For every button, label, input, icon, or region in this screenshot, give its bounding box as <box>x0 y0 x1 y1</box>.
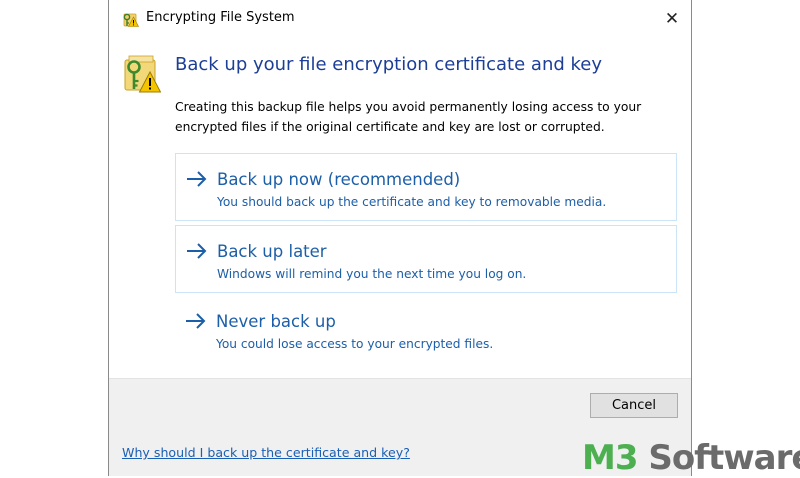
help-link[interactable]: Why should I back up the certificate and… <box>122 445 410 460</box>
page-description: Creating this backup file helps you avoi… <box>175 97 685 137</box>
key-warning-icon <box>121 52 161 94</box>
watermark-prefix: M3 <box>582 438 638 478</box>
cancel-button[interactable]: Cancel <box>590 393 678 418</box>
close-button[interactable]: ✕ <box>659 6 685 32</box>
close-icon: ✕ <box>665 9 679 29</box>
title-bar: Encrypting File System ✕ <box>109 0 691 38</box>
option-subtitle: Windows will remind you the next time yo… <box>217 267 526 281</box>
key-warning-icon <box>121 10 139 28</box>
efs-dialog: Encrypting File System ✕ Back up your fi… <box>108 0 692 476</box>
watermark-suffix: Software <box>638 438 800 478</box>
option-back-up-later[interactable]: Back up later Windows will remind you th… <box>175 225 677 293</box>
option-title: Back up later <box>217 242 327 261</box>
arrow-right-icon <box>185 312 207 330</box>
option-back-up-now[interactable]: Back up now (recommended) You should bac… <box>175 153 677 221</box>
m3-software-watermark: M3 Software <box>582 438 800 478</box>
option-title: Never back up <box>216 312 336 331</box>
option-title: Back up now (recommended) <box>217 170 460 189</box>
page-heading: Back up your file encryption certificate… <box>175 54 602 75</box>
window-title: Encrypting File System <box>146 10 295 25</box>
arrow-right-icon <box>186 242 208 260</box>
option-subtitle: You should back up the certificate and k… <box>217 195 606 209</box>
option-never-back-up[interactable]: Never back up You could lose access to y… <box>175 296 677 364</box>
arrow-right-icon <box>186 170 208 188</box>
option-subtitle: You could lose access to your encrypted … <box>216 337 493 351</box>
